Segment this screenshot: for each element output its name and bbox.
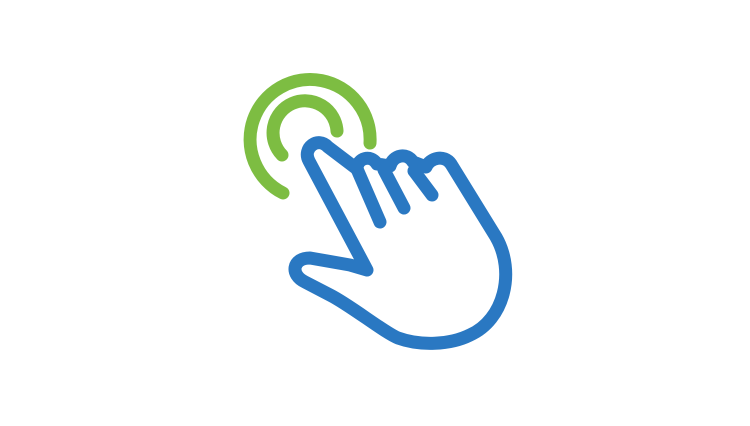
pointing-hand-icon [288,136,513,350]
hand-outline [288,136,513,350]
canvas [0,0,750,426]
tap-gesture-graphic [243,72,513,350]
finger-line-middle [350,162,387,229]
finger-line-pinky [407,164,439,202]
finger-line-ring [377,163,411,215]
tap-gesture-icon [0,0,750,426]
